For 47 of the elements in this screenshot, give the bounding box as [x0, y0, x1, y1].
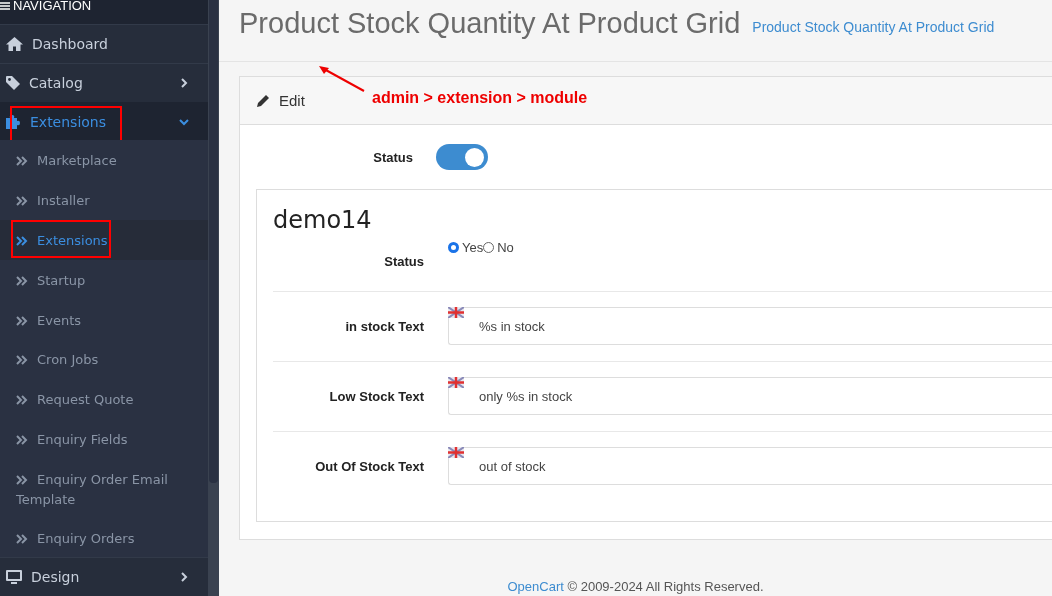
double-chevron-icon — [16, 236, 28, 246]
home-icon — [5, 36, 24, 53]
input-field[interactable]: only %s in stock — [448, 377, 1052, 415]
module-name: demo14 — [273, 206, 373, 234]
double-chevron-icon — [16, 533, 28, 544]
footer-text: OpenCart © 2009-2024 All Rights Reserved. — [506, 579, 765, 594]
monitor-icon — [5, 569, 23, 586]
double-chevron-icon — [16, 315, 28, 326]
input-field[interactable]: out of stock — [448, 447, 1052, 485]
field-label: Status — [383, 254, 424, 269]
navigation-header: NAVIGATION — [0, 0, 92, 13]
puzzle-icon — [5, 113, 22, 130]
annotation-text: admin > extension > module — [372, 89, 588, 107]
input-field[interactable]: %s in stock — [448, 307, 1052, 345]
sidebar-item[interactable]: Catalog — [0, 63, 208, 102]
flag-icon — [448, 307, 464, 318]
radio-label: Yes — [462, 240, 484, 255]
radio-label: No — [497, 240, 514, 255]
page-title: Product Stock Quantity At Product Grid — [239, 7, 741, 40]
double-chevron-icon — [16, 435, 28, 446]
field-label: in stock Text — [344, 318, 424, 334]
pencil-icon — [256, 93, 271, 108]
radio-button[interactable] — [483, 242, 495, 253]
status-toggle[interactable] — [436, 144, 488, 170]
flag-icon — [448, 377, 464, 388]
sidebar-item[interactable]: Design — [0, 557, 208, 596]
radio-button[interactable] — [448, 242, 459, 253]
double-chevron-icon — [16, 474, 28, 485]
field-label: Out Of Stock Text — [314, 458, 424, 474]
field-label: Low Stock Text — [328, 388, 424, 404]
double-chevron-icon — [16, 395, 28, 406]
arrow-annotation — [319, 66, 365, 92]
sidebar-item[interactable]: Extensions — [0, 101, 208, 141]
field-label: Status — [372, 149, 413, 165]
panel-heading: Edit — [279, 92, 305, 109]
flag-icon — [448, 447, 464, 458]
sidebar-item[interactable]: Dashboard — [0, 24, 208, 64]
menu-icon — [0, 1, 10, 10]
submenu-item[interactable]: Extensions — [0, 220, 208, 260]
double-chevron-icon — [16, 275, 28, 286]
double-chevron-icon — [16, 156, 28, 167]
double-chevron-icon — [16, 355, 28, 366]
breadcrumb-link[interactable]: Product Stock Quantity At Product Grid — [752, 18, 995, 35]
scrollbar[interactable] — [208, 0, 219, 596]
double-chevron-icon — [16, 196, 28, 207]
tag-icon — [5, 74, 21, 91]
opencart-link[interactable]: OpenCart — [507, 579, 564, 594]
